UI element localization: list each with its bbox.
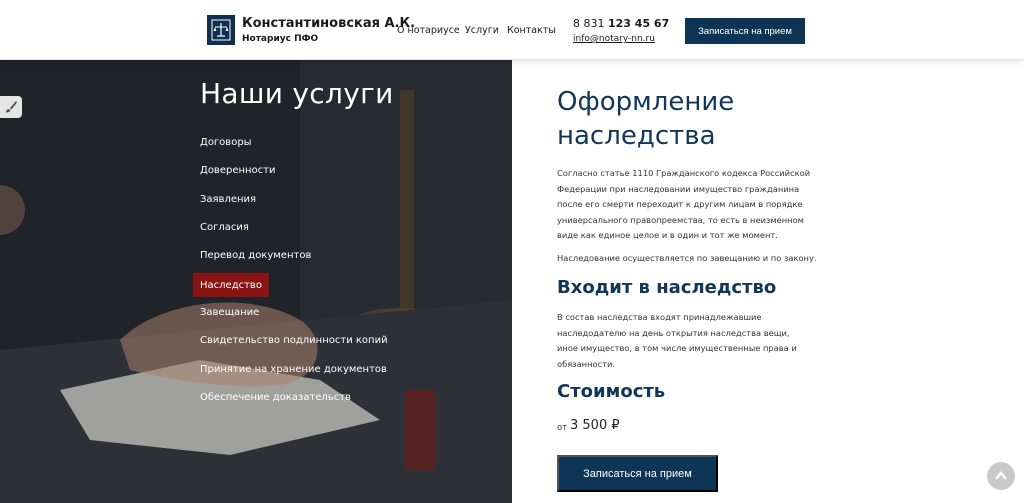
detail-subtitle-price: Стоимость (557, 381, 666, 402)
chevron-up-icon (995, 471, 1007, 480)
services-panel: Наши услуги Договоры Доверенности Заявле… (0, 60, 512, 503)
detail-paragraph-2: Наследование осуществляется по завещанию… (557, 253, 817, 263)
service-item-copy-certification[interactable]: Свидетельство подлинности копий (200, 335, 388, 346)
brand-name[interactable]: Константиновская А.К. (242, 16, 415, 31)
header-appointment-button[interactable]: Записаться на прием (685, 18, 805, 44)
nav-link-contacts[interactable]: Контакты (507, 25, 556, 36)
service-item-will[interactable]: Завещание (200, 307, 259, 318)
nav-link-services[interactable]: Услуги (465, 25, 499, 36)
service-detail: Оформление наследства Согласно статье 11… (512, 60, 1024, 503)
brush-icon[interactable] (0, 96, 22, 118)
logo-emblem-icon[interactable] (207, 15, 235, 45)
service-item-statements[interactable]: Заявления (200, 194, 256, 205)
site-header: Константиновская А.К. Нотариус ПФО О нот… (0, 0, 1024, 60)
scroll-to-top-button[interactable] (987, 462, 1015, 490)
service-item-document-storage[interactable]: Принятие на хранение документов (200, 364, 387, 375)
service-item-translation[interactable]: Перевод документов (200, 250, 311, 261)
services-title: Наши услуги (200, 77, 394, 110)
detail-subtitle-includes: Входит в наследство (557, 277, 777, 298)
brand-subtitle: Нотариус ПФО (242, 34, 319, 44)
email-link[interactable]: info@notary-nn.ru (573, 34, 655, 44)
service-item-inheritance[interactable]: Наследство (193, 273, 269, 297)
service-item-powers-of-attorney[interactable]: Доверенности (200, 165, 276, 176)
detail-title: Оформление наследства (557, 87, 735, 151)
service-item-evidence-securing[interactable]: Обеспечение доказательств (200, 392, 351, 403)
service-item-contracts[interactable]: Договоры (200, 137, 252, 148)
price-prefix: от (557, 423, 568, 433)
page: Константиновская А.К. Нотариус ПФО О нот… (0, 0, 1024, 503)
nav-link-about[interactable]: О нотариусе (397, 25, 460, 36)
service-item-consents[interactable]: Согласия (200, 222, 249, 233)
detail-paragraph-3: В состав наследства входят принадлежавши… (557, 312, 797, 369)
appointment-button[interactable]: Записаться на прием (557, 455, 718, 492)
phone-prefix: 8 831 (573, 17, 605, 30)
phone-number[interactable]: 8 831 123 45 67 (573, 17, 669, 30)
price-value: 3 500 ₽ (570, 418, 620, 433)
detail-paragraph-1: Согласно статье 1110 Гражданского кодекс… (557, 168, 811, 240)
phone-main: 123 45 67 (608, 17, 670, 30)
